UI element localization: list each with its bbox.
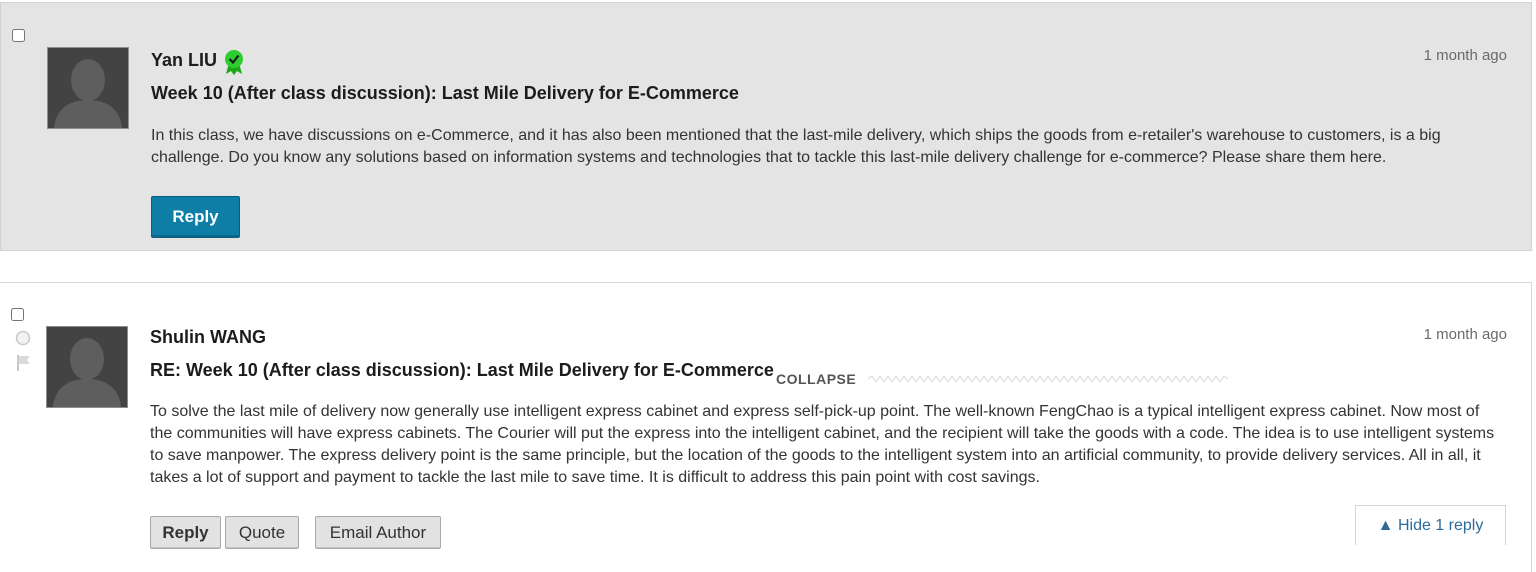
- flag-icon[interactable]: [16, 354, 32, 377]
- default-avatar-icon: [47, 327, 127, 407]
- default-avatar-icon: [48, 48, 128, 128]
- post-body: To solve the last mile of delivery now g…: [150, 403, 1495, 486]
- quote-button[interactable]: Quote: [225, 516, 299, 549]
- reply-button[interactable]: Reply: [151, 196, 240, 238]
- reply-button[interactable]: Reply: [150, 516, 221, 549]
- post-title: Week 10 (After class discussion): Last M…: [151, 83, 739, 103]
- post-body: In this class, we have discussions on e-…: [151, 127, 1441, 166]
- collapse-divider-icon: [868, 375, 1229, 383]
- avatar: [46, 326, 128, 408]
- post-timestamp: 1 month ago: [1423, 47, 1507, 64]
- select-post-checkbox[interactable]: [11, 308, 24, 321]
- collapse-toggle[interactable]: COLLAPSE: [776, 367, 1229, 391]
- select-post-checkbox[interactable]: [12, 29, 25, 42]
- post-title: RE: Week 10 (After class discussion): La…: [150, 360, 774, 380]
- hide-replies-toggle[interactable]: ▲ Hide 1 reply: [1355, 505, 1506, 545]
- post-timestamp: 1 month ago: [1423, 326, 1507, 343]
- verified-ribbon-icon: [223, 49, 245, 80]
- avatar: [47, 47, 129, 129]
- reply-post: Shulin WANG 1 month ago RE: Week 10 (Aft…: [0, 282, 1532, 572]
- author-name[interactable]: Yan LIU: [151, 50, 217, 71]
- unread-status-icon[interactable]: [15, 330, 31, 351]
- collapse-label: COLLAPSE: [776, 371, 857, 387]
- author-name[interactable]: Shulin WANG: [150, 327, 266, 348]
- discussion-post: Yan LIU 1 month ago Week 10 (After class…: [0, 2, 1532, 251]
- email-author-button[interactable]: Email Author: [315, 516, 441, 549]
